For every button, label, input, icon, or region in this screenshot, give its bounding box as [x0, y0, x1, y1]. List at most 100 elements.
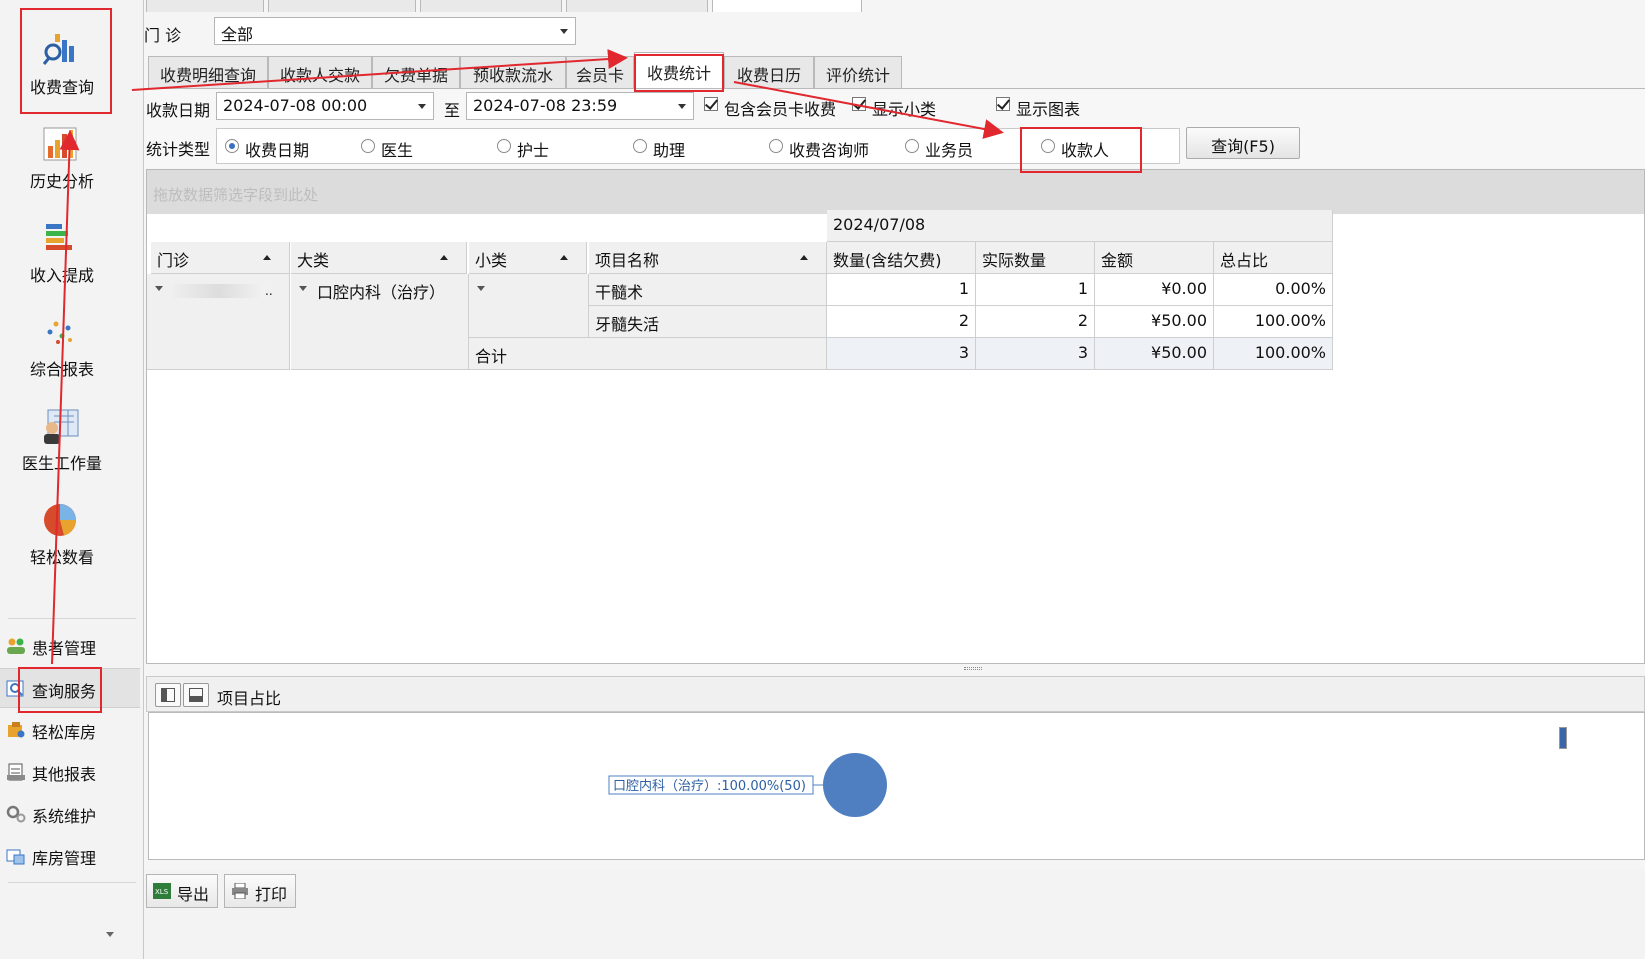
sort-asc-icon: [263, 255, 271, 260]
gears-icon: [6, 805, 26, 823]
show-chart-checkbox[interactable]: [996, 97, 1010, 111]
tab-charge-statistics[interactable]: 收费统计: [634, 52, 724, 88]
main-panel: 门 诊 全部 收费明细查询 收款人交款 欠费单据 预收款流水 会员卡 收费统计 …: [144, 12, 1645, 959]
include-member-card-checkbox[interactable]: [704, 97, 718, 111]
search-chart-icon: [42, 34, 74, 65]
pie-slice[interactable]: [823, 753, 887, 817]
cell-amount: ¥50.00: [1095, 306, 1214, 338]
radio-assistant[interactable]: [633, 139, 647, 153]
pie-chart: 口腔内科（治疗）:100.00%(50): [608, 753, 887, 817]
footer-toolbar: XLS 导出 打印: [144, 870, 1645, 959]
header-amount[interactable]: 金额: [1095, 242, 1214, 274]
radio-salesperson[interactable]: [905, 139, 919, 153]
clinic-select[interactable]: 全部: [214, 17, 576, 45]
radio-nurse[interactable]: [497, 139, 511, 153]
header-actual-quantity[interactable]: 实际数量: [976, 242, 1095, 274]
export-button[interactable]: XLS 导出: [146, 874, 218, 908]
radio-consultant[interactable]: [769, 139, 783, 153]
collapse-icon[interactable]: [155, 286, 163, 291]
nav-charge-query[interactable]: 收费查询: [0, 10, 124, 106]
tab-label: 收费明细查询: [159, 66, 256, 85]
cell-total-ratio: 0.00%: [1214, 274, 1333, 306]
tab-charge-calendar[interactable]: 收费日历: [724, 56, 814, 88]
chevron-down-icon: [678, 104, 686, 109]
sidebar-item-system-maintenance[interactable]: 系统维护: [0, 794, 140, 834]
query-service-icon: [6, 680, 24, 697]
tab-member-card[interactable]: 会员卡: [566, 56, 634, 88]
inventory-icon: [6, 849, 25, 865]
layout-horizontal-icon[interactable]: [183, 683, 209, 707]
show-subcategory-checkbox[interactable]: [852, 97, 866, 111]
date-to-input[interactable]: 2024-07-08 23:59: [466, 92, 694, 120]
radio-label: 助理: [653, 141, 686, 160]
tab-arrears[interactable]: 欠费单据: [372, 56, 460, 88]
nav-label: 历史分析: [29, 172, 94, 191]
sidebar-item-label: 查询服务: [32, 682, 97, 701]
clinic-select-value: 全部: [221, 25, 254, 44]
header-label: 小类: [475, 251, 508, 270]
sidebar-item-easy-warehouse[interactable]: 轻松库房: [0, 710, 140, 750]
stacked-bars-icon: [46, 224, 72, 250]
tab-evaluation-statistics[interactable]: 评价统计: [814, 56, 902, 88]
header-total-ratio[interactable]: 总占比: [1214, 242, 1333, 274]
header-quantity[interactable]: 数量(含结欠费): [827, 242, 976, 274]
header-category[interactable]: 大类: [291, 242, 467, 274]
header-label: 项目名称: [595, 251, 660, 270]
total-ratio: 100.00%: [1214, 338, 1333, 370]
layout-vertical-icon[interactable]: [155, 683, 181, 707]
sidebar-divider: [8, 882, 136, 883]
export-label: 导出: [177, 885, 210, 904]
total-actual-quantity: 3: [976, 338, 1095, 370]
item-name-cell: 干髓术: [589, 274, 827, 306]
print-button[interactable]: 打印: [224, 874, 296, 908]
filter-panel: 收款日期 2024-07-08 00:00 至 2024-07-08 23:59…: [144, 88, 1645, 168]
warehouse-icon: [8, 722, 25, 738]
radio-label: 收款人: [1061, 141, 1110, 160]
sidebar-item-query-service[interactable]: 查询服务: [0, 668, 140, 708]
header-subcategory[interactable]: 小类: [469, 242, 587, 274]
header-clinic[interactable]: 门诊: [151, 242, 290, 274]
sidebar-item-label: 轻松库房: [32, 723, 97, 742]
header-item-name[interactable]: 项目名称: [589, 242, 827, 274]
radio-payee[interactable]: [1041, 139, 1055, 153]
tab-charge-detail[interactable]: 收费明细查询: [148, 56, 268, 88]
chevron-down-icon: [418, 104, 426, 109]
radio-label: 业务员: [925, 141, 974, 160]
radio-charge-date[interactable]: [225, 139, 239, 153]
date-from-input[interactable]: 2024-07-08 00:00: [216, 92, 434, 120]
nav-doctor-workload[interactable]: 医生工作量: [0, 386, 124, 482]
subcategory-field-cell[interactable]: [469, 274, 589, 338]
category-field-cell[interactable]: 口腔内科（治疗）: [291, 274, 469, 370]
filter-drop-area[interactable]: 拖放数据筛选字段到此处: [147, 170, 1644, 214]
collapse-icon[interactable]: [477, 286, 485, 291]
collapse-icon[interactable]: [299, 286, 307, 291]
nav-history-analysis[interactable]: 历史分析: [0, 104, 124, 200]
redacted-clinic-name: [173, 284, 265, 298]
grand-total-label: 合计: [469, 338, 827, 370]
query-button[interactable]: 查询(F5): [1186, 127, 1300, 159]
nav-comprehensive-report[interactable]: 综合报表: [0, 292, 124, 388]
clinic-field-cell[interactable]: ..: [147, 274, 290, 370]
panel-splitter[interactable]: [964, 667, 982, 670]
nav-label: 收入提成: [29, 266, 94, 285]
sidebar-item-patients[interactable]: 患者管理: [0, 626, 140, 666]
cell-quantity: 1: [827, 274, 976, 306]
tab-label: 收费日历: [736, 66, 801, 85]
sidebar-expand-chevron-icon[interactable]: [106, 932, 114, 937]
radio-doctor[interactable]: [361, 139, 375, 153]
total-quantity: 3: [827, 338, 976, 370]
sidebar-item-label: 患者管理: [32, 639, 97, 658]
nav-income-commission[interactable]: 收入提成: [0, 198, 124, 294]
nav-easy-view[interactable]: 轻松数看: [0, 480, 124, 576]
tab-payee-settlement[interactable]: 收款人交款: [268, 56, 372, 88]
printer-icon: [232, 883, 248, 899]
radio-label: 护士: [517, 141, 550, 160]
sidebar-item-label: 库房管理: [32, 849, 97, 868]
doctor-icon: [44, 409, 79, 444]
tab-label: 收费统计: [646, 64, 711, 83]
tab-prepayment-flow[interactable]: 预收款流水: [460, 56, 566, 88]
include-member-card-label: 包含会员卡收费: [724, 100, 837, 119]
sidebar-item-inventory[interactable]: 库房管理: [0, 836, 140, 876]
drop-hint: 拖放数据筛选字段到此处: [153, 186, 319, 204]
sidebar-item-other-reports[interactable]: 其他报表: [0, 752, 140, 792]
